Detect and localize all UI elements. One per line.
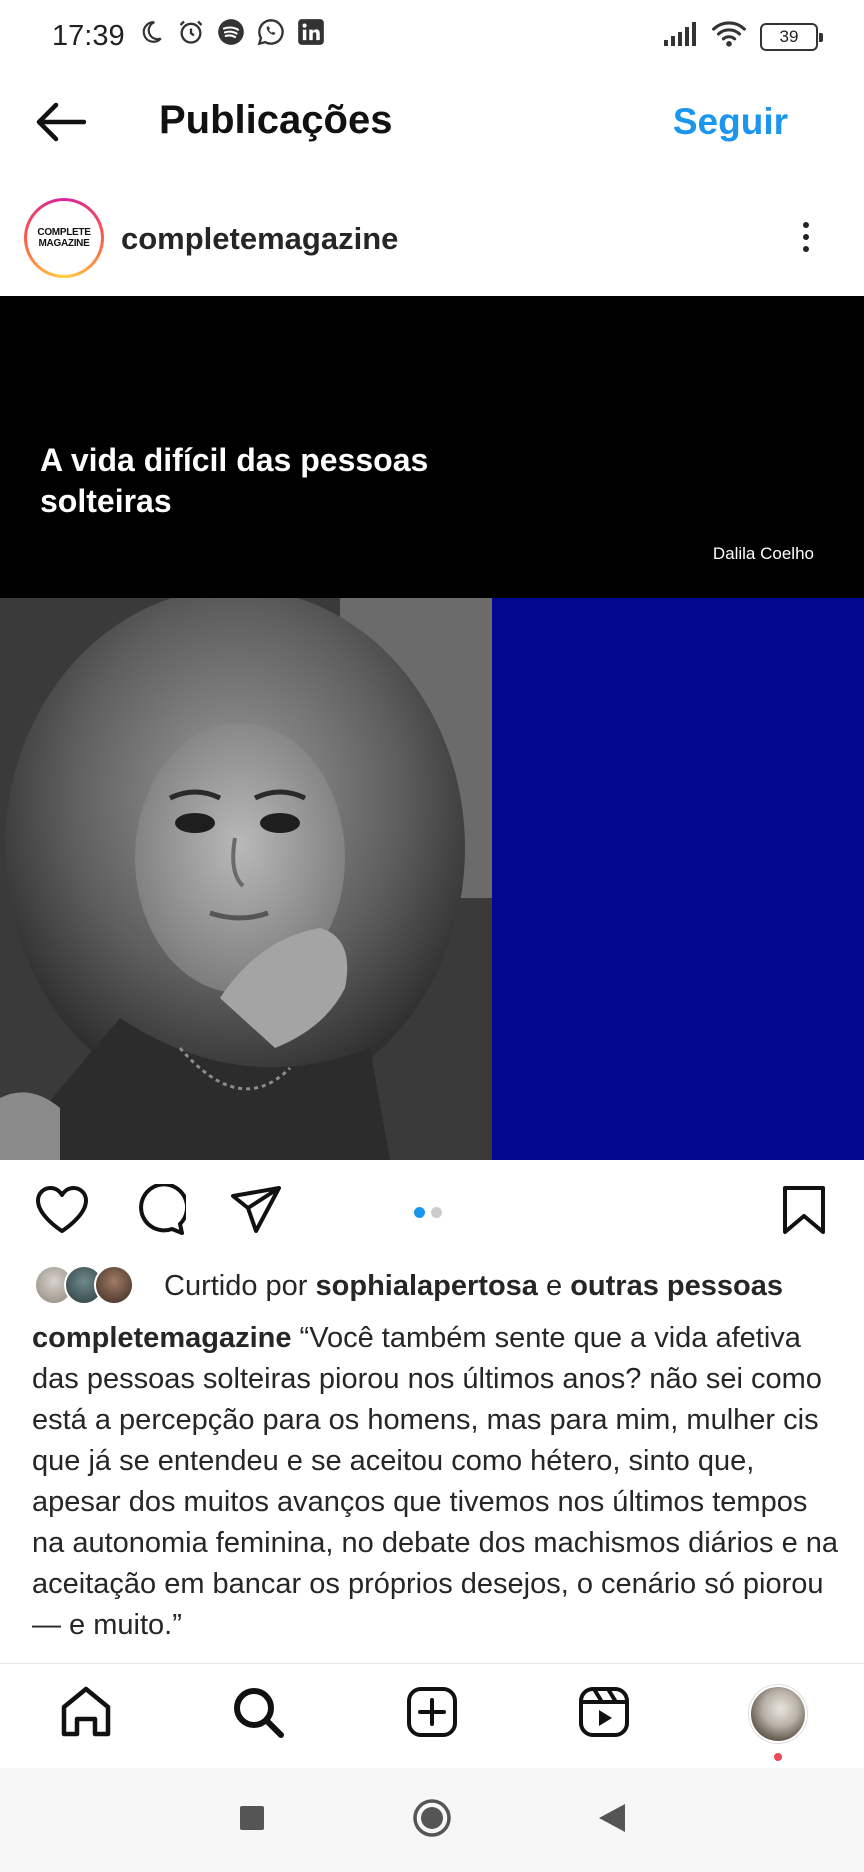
likes-connector: e	[546, 1269, 563, 1302]
moon-icon	[136, 17, 166, 47]
status-time: 17:39	[52, 20, 125, 52]
carousel-dot	[431, 1207, 442, 1218]
arrow-left-icon	[34, 102, 87, 147]
logo-line-2: MAGAZINE	[38, 238, 90, 249]
headline-band: A vida difícil das pessoas solteiras Dal…	[0, 296, 864, 598]
share-icon	[230, 1185, 282, 1240]
post-headline: A vida difícil das pessoas solteiras	[40, 442, 429, 519]
back-button[interactable]	[30, 96, 90, 152]
status-icons-left	[136, 17, 326, 47]
nav-search[interactable]	[226, 1682, 290, 1746]
liker-avatar	[94, 1265, 134, 1305]
like-button[interactable]	[34, 1184, 90, 1240]
more-options-button[interactable]	[788, 212, 824, 262]
post-actions	[0, 1160, 864, 1260]
recent-apps-icon	[238, 1804, 266, 1837]
carousel-dot-active	[414, 1207, 425, 1218]
more-dot	[803, 246, 809, 252]
magazine-logo: COMPLETE MAGAZINE	[30, 204, 98, 272]
search-icon	[231, 1685, 285, 1744]
home-system-button[interactable]	[412, 1798, 452, 1843]
home-circle-icon	[412, 1798, 452, 1843]
alarm-icon	[176, 17, 206, 47]
nav-reels[interactable]	[572, 1682, 636, 1746]
battery-icon: 39	[760, 22, 823, 51]
blue-panel	[492, 598, 864, 1160]
spotify-icon	[216, 17, 246, 47]
liker-avatars	[34, 1265, 142, 1307]
post-header: COMPLETE MAGAZINE completemagazine	[0, 194, 864, 290]
likes-others[interactable]: outras pessoas	[570, 1270, 783, 1302]
comment-icon	[134, 1181, 190, 1241]
profile-avatar	[749, 1685, 807, 1743]
save-button[interactable]	[776, 1184, 832, 1240]
share-button[interactable]	[228, 1184, 284, 1240]
wifi-icon	[712, 20, 746, 53]
nav-create[interactable]	[400, 1682, 464, 1746]
bookmark-icon	[782, 1185, 826, 1240]
post-image[interactable]: A vida difícil das pessoas solteiras Dal…	[0, 296, 864, 1160]
likes-prefix: Curtido por	[164, 1269, 308, 1302]
status-icons-right: 39	[664, 20, 823, 53]
comment-button[interactable]	[132, 1181, 190, 1241]
back-triangle-icon	[597, 1802, 627, 1839]
more-vertical-icon	[803, 222, 809, 228]
post-username[interactable]: completemagazine	[121, 221, 398, 257]
portrait-photo	[0, 598, 492, 1160]
signal-icon	[664, 21, 698, 52]
notification-dot	[774, 1753, 782, 1761]
back-system-button[interactable]	[592, 1800, 632, 1840]
page-title: Publicações	[159, 98, 393, 142]
more-dot	[803, 234, 809, 240]
nav-profile[interactable]	[746, 1682, 810, 1746]
home-icon	[59, 1685, 113, 1744]
post-avatar[interactable]: COMPLETE MAGAZINE	[24, 198, 104, 278]
likes-user[interactable]: sophialapertosa	[316, 1270, 538, 1302]
system-nav	[0, 1768, 864, 1872]
nav-home[interactable]	[54, 1682, 118, 1746]
logo-line-1: COMPLETE	[37, 227, 91, 238]
likes-summary[interactable]: Curtido por sophialapertosa e outras pes…	[34, 1263, 783, 1309]
linkedin-icon	[296, 17, 326, 47]
post-author: Dalila Coelho	[712, 544, 814, 563]
likes-text: Curtido por sophialapertosa e outras pes…	[164, 1270, 783, 1303]
whatsapp-icon	[256, 17, 286, 47]
top-header: Publicações Seguir	[0, 74, 864, 174]
status-bar: 17:39 39	[0, 0, 864, 74]
follow-button[interactable]: Seguir	[673, 101, 788, 143]
caption-text: “Você também sente que a vida afetiva da…	[32, 1322, 839, 1641]
reels-icon	[578, 1686, 630, 1743]
carousel-indicator	[414, 1207, 442, 1218]
post-caption: completemagazine “Você também sente que …	[32, 1318, 842, 1646]
bottom-nav	[0, 1663, 864, 1767]
heart-icon	[35, 1185, 89, 1240]
recent-apps-button[interactable]	[232, 1800, 272, 1840]
caption-username[interactable]: completemagazine	[32, 1322, 291, 1354]
add-post-icon	[406, 1686, 458, 1743]
